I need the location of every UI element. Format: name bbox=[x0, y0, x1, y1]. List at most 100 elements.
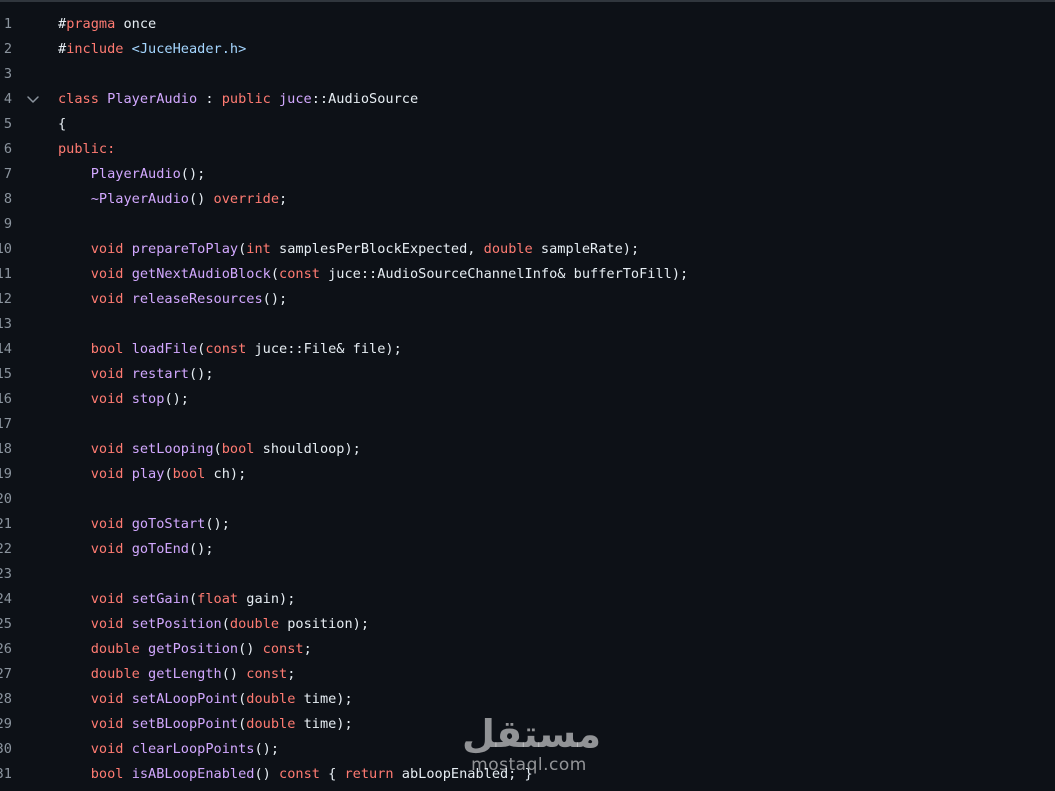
code-token: (); bbox=[180, 166, 206, 182]
code-token: clearLoopPoints bbox=[131, 741, 255, 757]
line-number-text: 18 bbox=[0, 441, 12, 457]
code-token: (); bbox=[205, 516, 230, 532]
code-line[interactable]: 27 double getLength() const; bbox=[0, 662, 1055, 687]
code-line[interactable]: 18 void setLooping(bool shouldloop); bbox=[0, 437, 1055, 462]
code-token: samplesPerBlockExpected, bbox=[270, 241, 484, 257]
code-token: void bbox=[90, 716, 124, 732]
code-token: ; bbox=[287, 666, 296, 682]
code-token: time); bbox=[295, 716, 353, 732]
top-border bbox=[0, 0, 1055, 2]
code-token: isABLoopEnabled bbox=[131, 766, 255, 782]
code-line[interactable]: 1 #pragma once bbox=[0, 12, 1055, 37]
code-line[interactable]: 13 bbox=[0, 312, 1055, 337]
code-text: void setLooping(bool shouldloop); bbox=[58, 437, 361, 462]
code-line[interactable]: 23 bbox=[0, 562, 1055, 587]
code-text: PlayerAudio(); bbox=[58, 162, 206, 187]
line-number: 2 bbox=[0, 37, 12, 62]
code-line[interactable]: 26 double getPosition() const; bbox=[0, 637, 1055, 662]
code-token: (); bbox=[262, 291, 288, 307]
code-token: double bbox=[90, 641, 140, 657]
code-line[interactable]: 24 void setGain(float gain); bbox=[0, 587, 1055, 612]
code-token: goToEnd bbox=[131, 541, 189, 557]
code-token: once bbox=[115, 16, 157, 32]
line-number-text: 3 bbox=[3, 66, 12, 82]
code-line[interactable]: 11 void getNextAudioBlock(const juce::Au… bbox=[0, 262, 1055, 287]
code-editor[interactable]: 1 #pragma once 2 #include <JuceHeader.h> 3 4 c… bbox=[0, 12, 1055, 787]
code-token: (); bbox=[188, 366, 214, 382]
line-number-text: 10 bbox=[0, 241, 12, 257]
line-number-text: 24 bbox=[0, 591, 12, 607]
code-text: void play(bool ch); bbox=[58, 462, 247, 487]
code-line[interactable]: 4 class PlayerAudio : public juce::AudioS… bbox=[0, 87, 1055, 112]
code-token: void bbox=[90, 741, 124, 757]
code-line[interactable]: 6 public: bbox=[0, 137, 1055, 162]
code-text: void goToStart(); bbox=[58, 512, 230, 537]
code-token: PlayerAudio bbox=[107, 91, 198, 107]
line-number-text: 11 bbox=[0, 266, 12, 282]
line-number-text: 31 bbox=[0, 766, 12, 782]
line-number-text: 27 bbox=[0, 666, 12, 682]
code-token: () bbox=[254, 766, 280, 782]
line-number-text: 29 bbox=[0, 716, 12, 732]
code-text: void clearLoopPoints(); bbox=[58, 737, 279, 762]
code-token: int bbox=[246, 241, 271, 257]
line-number: 24 bbox=[0, 587, 12, 612]
code-token: return bbox=[344, 766, 394, 782]
line-number: 6 bbox=[0, 137, 12, 162]
line-number-text: 17 bbox=[0, 416, 12, 432]
line-number-text: 9 bbox=[3, 216, 12, 232]
code-token: goToStart bbox=[131, 516, 206, 532]
code-line[interactable]: 7 PlayerAudio(); bbox=[0, 162, 1055, 187]
code-line[interactable]: 16 void stop(); bbox=[0, 387, 1055, 412]
line-number: 1 bbox=[0, 12, 12, 37]
code-text: double getPosition() const; bbox=[58, 637, 312, 662]
code-line[interactable]: 17 bbox=[0, 412, 1055, 437]
code-token: class bbox=[58, 91, 99, 107]
code-line[interactable]: 28 void setALoopPoint(double time); bbox=[0, 687, 1055, 712]
line-number-text: 6 bbox=[3, 141, 12, 157]
code-text: void setALoopPoint(double time); bbox=[58, 687, 353, 712]
code-token: void bbox=[90, 516, 124, 532]
line-number: 26 bbox=[0, 637, 12, 662]
code-line[interactable]: 3 bbox=[0, 62, 1055, 87]
watermark-arabic: مستقل bbox=[462, 712, 601, 756]
code-line[interactable]: 10 void prepareToPlay(int samplesPerBloc… bbox=[0, 237, 1055, 262]
code-line[interactable]: 14 bool loadFile(const juce::File& file)… bbox=[0, 337, 1055, 362]
code-line[interactable]: 20 bbox=[0, 487, 1055, 512]
code-line[interactable]: 21 void goToStart(); bbox=[0, 512, 1055, 537]
code-line[interactable]: 9 bbox=[0, 212, 1055, 237]
line-number: 23 bbox=[0, 562, 12, 587]
code-line[interactable]: 12 void releaseResources(); bbox=[0, 287, 1055, 312]
code-token: ( bbox=[213, 441, 222, 457]
code-token: sampleRate); bbox=[532, 241, 640, 257]
code-line[interactable]: 8 ~PlayerAudio() override; bbox=[0, 187, 1055, 212]
code-text: void getNextAudioBlock(const juce::Audio… bbox=[58, 262, 688, 287]
code-token: (); bbox=[164, 391, 189, 407]
code-line[interactable]: 5{ bbox=[0, 112, 1055, 137]
code-token: void bbox=[90, 616, 124, 632]
code-token: void bbox=[90, 691, 124, 707]
code-line[interactable]: 19 void play(bool ch); bbox=[0, 462, 1055, 487]
code-text: bool loadFile(const juce::File& file); bbox=[58, 337, 402, 362]
code-token: const bbox=[279, 266, 320, 282]
code-line[interactable]: 15 void restart(); bbox=[0, 362, 1055, 387]
code-token: play bbox=[131, 466, 165, 482]
line-number-text: 13 bbox=[0, 316, 12, 332]
code-line[interactable]: 2 #include <JuceHeader.h> bbox=[0, 37, 1055, 62]
code-line[interactable]: 25 void setPosition(double position); bbox=[0, 612, 1055, 637]
chevron-down-icon[interactable] bbox=[26, 87, 40, 112]
code-token: double bbox=[483, 241, 533, 257]
line-number-text: 26 bbox=[0, 641, 12, 657]
code-line[interactable]: 22 void goToEnd(); bbox=[0, 537, 1055, 562]
code-token: void bbox=[90, 541, 124, 557]
code-text: #include <JuceHeader.h> bbox=[58, 37, 246, 62]
